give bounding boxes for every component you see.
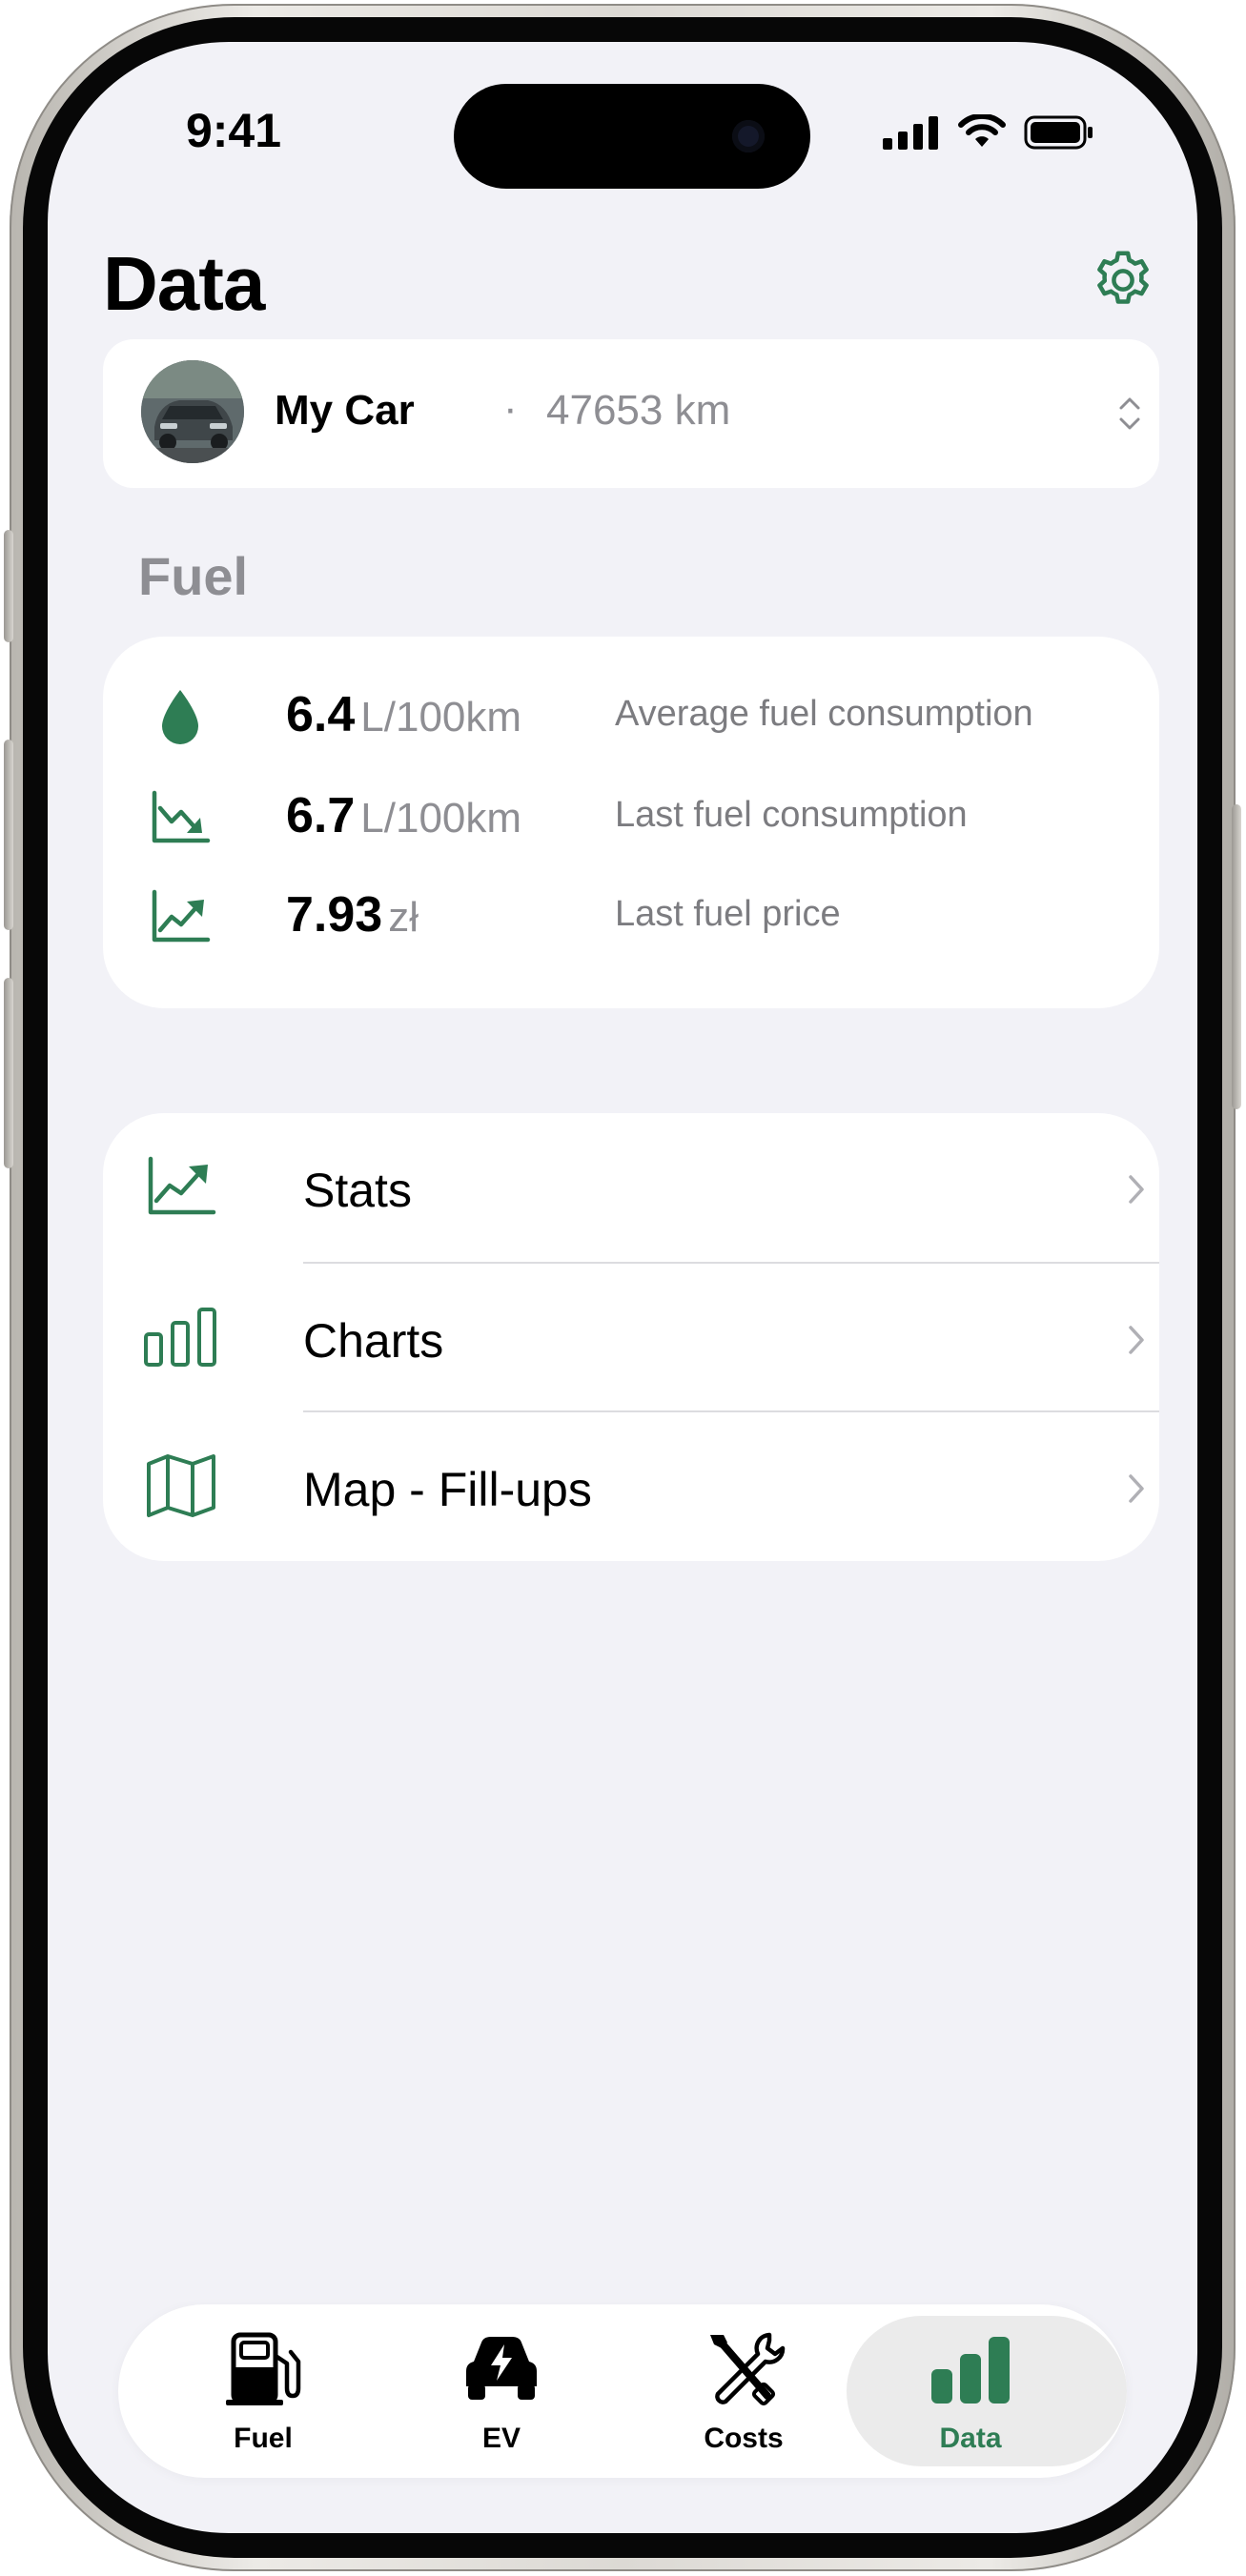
cellular-signal-icon bbox=[883, 116, 938, 150]
chevron-up-down-icon bbox=[1119, 397, 1140, 430]
car-odometer: 47653 km bbox=[546, 387, 731, 434]
fuel-stat-value: 6.4 L/100km bbox=[286, 687, 522, 742]
data-menu-list: Stats Charts Map - Fill-ups bbox=[103, 1113, 1159, 1561]
fuel-stat-unit: L/100km bbox=[360, 694, 522, 740]
menu-item-map[interactable]: Map - Fill-ups bbox=[103, 1412, 1159, 1561]
fuel-stats-card: 6.4 L/100km Average fuel consumption 6.7 L… bbox=[103, 637, 1159, 1008]
action-button bbox=[4, 530, 13, 642]
trend-up-icon bbox=[148, 1156, 216, 1215]
volume-down-button bbox=[4, 978, 13, 1168]
tab-label: Fuel bbox=[234, 2423, 293, 2454]
menu-item-label: Charts bbox=[303, 1314, 444, 1368]
gear-icon[interactable] bbox=[1089, 246, 1157, 314]
wifi-icon bbox=[958, 114, 1006, 147]
tab-label: Costs bbox=[704, 2423, 784, 2454]
fuel-stat-value: 6.7 L/100km bbox=[286, 788, 522, 843]
menu-item-label: Stats bbox=[303, 1164, 412, 1217]
fuel-stat-label: Average fuel consumption bbox=[615, 694, 1033, 734]
tab-fuel[interactable]: Fuel bbox=[137, 2304, 389, 2478]
chevron-right-icon bbox=[1129, 1326, 1144, 1354]
ev-car-icon bbox=[466, 2337, 537, 2400]
tab-label: EV bbox=[481, 2423, 521, 2454]
menu-item-stats[interactable]: Stats bbox=[103, 1113, 1159, 1262]
fuel-stat-row: 6.7 L/100km Last fuel consumption bbox=[103, 774, 1159, 860]
data-bars-icon bbox=[931, 2337, 1010, 2404]
chevron-right-icon bbox=[1129, 1474, 1144, 1503]
fuel-stat-unit: L/100km bbox=[360, 795, 522, 842]
tab-data[interactable]: Data bbox=[845, 2304, 1127, 2478]
volume-up-button bbox=[4, 740, 13, 930]
tools-icon bbox=[710, 2332, 786, 2406]
section-title-fuel: Fuel bbox=[138, 546, 249, 606]
bar-chart-icon bbox=[144, 1308, 216, 1367]
fuel-stat-label: Last fuel price bbox=[615, 894, 841, 934]
page-title: Data bbox=[103, 241, 265, 326]
side-button bbox=[1232, 804, 1241, 1109]
tab-label: Data bbox=[939, 2423, 1002, 2454]
screen: 9:41 Data My Car · 47653 km Fuel 6.4 L/1… bbox=[48, 42, 1197, 2533]
fuel-stat-unit: zł bbox=[388, 894, 419, 941]
tab-ev[interactable]: EV bbox=[376, 2304, 627, 2478]
car-selector[interactable]: My Car · 47653 km bbox=[103, 339, 1159, 488]
fuel-stat-value: 7.93 zł bbox=[286, 887, 419, 943]
fuel-pump-icon bbox=[226, 2332, 301, 2405]
trend-up-icon bbox=[152, 889, 211, 943]
tab-bar: Fuel EV Costs Data bbox=[118, 2304, 1127, 2478]
fuel-stat-row: 7.93 zł Last fuel price bbox=[103, 873, 1159, 959]
car-avatar bbox=[141, 360, 244, 463]
car-name: My Car bbox=[275, 387, 415, 434]
chevron-right-icon bbox=[1129, 1175, 1144, 1204]
car-separator: · bbox=[503, 385, 518, 432]
menu-item-charts[interactable]: Charts bbox=[103, 1264, 1159, 1412]
menu-item-label: Map - Fill-ups bbox=[303, 1463, 592, 1516]
phone-frame: 9:41 Data My Car · 47653 km Fuel 6.4 L/1… bbox=[4, 4, 1241, 2571]
camera-icon bbox=[732, 120, 765, 152]
fuel-stat-row: 6.4 L/100km Average fuel consumption bbox=[103, 673, 1159, 759]
fuel-stat-label: Last fuel consumption bbox=[615, 795, 968, 835]
trend-down-icon bbox=[152, 790, 211, 843]
battery-icon bbox=[1024, 115, 1093, 150]
tab-costs[interactable]: Costs bbox=[618, 2304, 869, 2478]
status-time: 9:41 bbox=[185, 104, 282, 157]
drop-icon bbox=[162, 690, 198, 744]
map-icon bbox=[147, 1454, 215, 1517]
status-icons bbox=[883, 114, 1094, 151]
dynamic-island bbox=[454, 84, 810, 189]
